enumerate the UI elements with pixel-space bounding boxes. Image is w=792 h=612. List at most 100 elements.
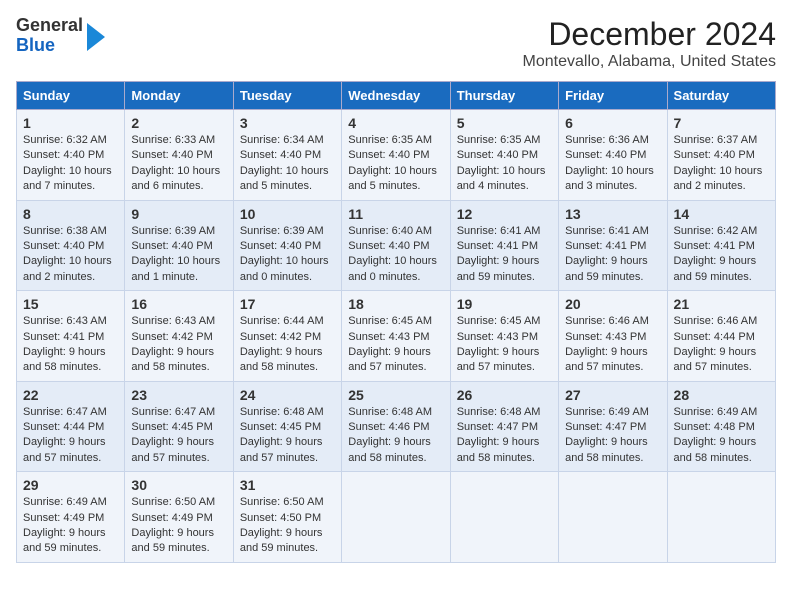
calendar-cell: 18 Sunrise: 6:45 AMSunset: 4:43 PMDayligh…: [342, 291, 450, 382]
day-details: Sunrise: 6:42 AMSunset: 4:41 PMDaylight:…: [674, 225, 758, 283]
day-details: Sunrise: 6:46 AMSunset: 4:44 PMDaylight:…: [674, 315, 758, 373]
day-details: Sunrise: 6:34 AMSunset: 4:40 PMDaylight:…: [240, 134, 329, 192]
day-number: 19: [457, 296, 552, 312]
day-number: 14: [674, 206, 769, 222]
calendar-cell: 26 Sunrise: 6:48 AMSunset: 4:47 PMDayligh…: [450, 381, 558, 472]
title-block: December 2024 Montevallo, Alabama, Unite…: [523, 16, 776, 71]
logo: General Blue: [16, 16, 105, 56]
calendar-cell: 30 Sunrise: 6:50 AMSunset: 4:49 PMDayligh…: [125, 472, 233, 563]
day-details: Sunrise: 6:41 AMSunset: 4:41 PMDaylight:…: [565, 225, 649, 283]
calendar-week-3: 15 Sunrise: 6:43 AMSunset: 4:41 PMDayligh…: [17, 291, 776, 382]
calendar-cell: 15 Sunrise: 6:43 AMSunset: 4:41 PMDayligh…: [17, 291, 125, 382]
calendar-cell: 7Sunrise: 6:37 AMSunset: 4:40 PMDaylight…: [667, 110, 775, 201]
calendar-cell: [342, 472, 450, 563]
day-details: Sunrise: 6:33 AMSunset: 4:40 PMDaylight:…: [131, 134, 220, 192]
day-number: 3: [240, 115, 335, 131]
day-details: Sunrise: 6:48 AMSunset: 4:47 PMDaylight:…: [457, 406, 541, 464]
page-subtitle: Montevallo, Alabama, United States: [523, 53, 776, 71]
day-number: 26: [457, 387, 552, 403]
day-details: Sunrise: 6:48 AMSunset: 4:45 PMDaylight:…: [240, 406, 324, 464]
calendar-cell: 22Sunrise: 6:47 AMSunset: 4:44 PMDayligh…: [17, 381, 125, 472]
calendar-week-2: 8 Sunrise: 6:38 AMSunset: 4:40 PMDaylight…: [17, 200, 776, 291]
day-details: Sunrise: 6:38 AMSunset: 4:40 PMDaylight:…: [23, 225, 112, 283]
day-number: 5: [457, 115, 552, 131]
calendar-cell: [667, 472, 775, 563]
day-details: Sunrise: 6:43 AMSunset: 4:41 PMDaylight:…: [23, 315, 107, 373]
calendar-cell: 3 Sunrise: 6:34 AMSunset: 4:40 PMDaylight…: [233, 110, 341, 201]
day-number: 21: [674, 296, 769, 312]
day-details: Sunrise: 6:50 AMSunset: 4:50 PMDaylight:…: [240, 496, 324, 554]
day-number: 15: [23, 296, 118, 312]
column-header-tuesday: Tuesday: [233, 82, 341, 110]
calendar-header: SundayMondayTuesdayWednesdayThursdayFrid…: [17, 82, 776, 110]
day-number: 23: [131, 387, 226, 403]
day-details: Sunrise: 6:49 AMSunset: 4:47 PMDaylight:…: [565, 406, 649, 464]
day-details: Sunrise: 6:41 AMSunset: 4:41 PMDaylight:…: [457, 225, 541, 283]
day-details: Sunrise: 6:47 AMSunset: 4:45 PMDaylight:…: [131, 406, 215, 464]
logo-arrow-icon: [87, 23, 105, 51]
day-number: 17: [240, 296, 335, 312]
calendar-week-4: 22Sunrise: 6:47 AMSunset: 4:44 PMDayligh…: [17, 381, 776, 472]
day-number: 31: [240, 477, 335, 493]
calendar-cell: 4 Sunrise: 6:35 AMSunset: 4:40 PMDaylight…: [342, 110, 450, 201]
day-number: 25: [348, 387, 443, 403]
calendar-cell: 23 Sunrise: 6:47 AMSunset: 4:45 PMDayligh…: [125, 381, 233, 472]
calendar-cell: 25Sunrise: 6:48 AMSunset: 4:46 PMDayligh…: [342, 381, 450, 472]
day-number: 30: [131, 477, 226, 493]
calendar-cell: 9Sunrise: 6:39 AMSunset: 4:40 PMDaylight…: [125, 200, 233, 291]
column-header-monday: Monday: [125, 82, 233, 110]
day-number: 8: [23, 206, 118, 222]
day-details: Sunrise: 6:32 AMSunset: 4:40 PMDaylight:…: [23, 134, 112, 192]
logo-text: General Blue: [16, 15, 83, 55]
day-details: Sunrise: 6:45 AMSunset: 4:43 PMDaylight:…: [348, 315, 432, 373]
calendar-cell: 1 Sunrise: 6:32 AMSunset: 4:40 PMDaylight…: [17, 110, 125, 201]
calendar-cell: 20 Sunrise: 6:46 AMSunset: 4:43 PMDayligh…: [559, 291, 667, 382]
day-number: 12: [457, 206, 552, 222]
calendar-cell: 28Sunrise: 6:49 AMSunset: 4:48 PMDayligh…: [667, 381, 775, 472]
day-number: 4: [348, 115, 443, 131]
day-details: Sunrise: 6:35 AMSunset: 4:40 PMDaylight:…: [457, 134, 546, 192]
page-title: December 2024: [523, 16, 776, 53]
calendar-week-1: 1 Sunrise: 6:32 AMSunset: 4:40 PMDaylight…: [17, 110, 776, 201]
day-details: Sunrise: 6:49 AMSunset: 4:48 PMDaylight:…: [674, 406, 758, 464]
calendar-cell: 11Sunrise: 6:40 AMSunset: 4:40 PMDayligh…: [342, 200, 450, 291]
day-details: Sunrise: 6:43 AMSunset: 4:42 PMDaylight:…: [131, 315, 215, 373]
day-number: 7: [674, 115, 769, 131]
day-number: 10: [240, 206, 335, 222]
column-header-friday: Friday: [559, 82, 667, 110]
day-number: 20: [565, 296, 660, 312]
day-details: Sunrise: 6:35 AMSunset: 4:40 PMDaylight:…: [348, 134, 437, 192]
day-details: Sunrise: 6:50 AMSunset: 4:49 PMDaylight:…: [131, 496, 215, 554]
day-number: 1: [23, 115, 118, 131]
day-number: 13: [565, 206, 660, 222]
column-header-saturday: Saturday: [667, 82, 775, 110]
day-details: Sunrise: 6:44 AMSunset: 4:42 PMDaylight:…: [240, 315, 324, 373]
day-number: 24: [240, 387, 335, 403]
column-header-wednesday: Wednesday: [342, 82, 450, 110]
day-number: 18: [348, 296, 443, 312]
day-details: Sunrise: 6:36 AMSunset: 4:40 PMDaylight:…: [565, 134, 654, 192]
page-header: General Blue December 2024 Montevallo, A…: [16, 16, 776, 71]
day-details: Sunrise: 6:40 AMSunset: 4:40 PMDaylight:…: [348, 225, 437, 283]
calendar-week-5: 29Sunrise: 6:49 AMSunset: 4:49 PMDayligh…: [17, 472, 776, 563]
calendar-cell: 14 Sunrise: 6:42 AMSunset: 4:41 PMDayligh…: [667, 200, 775, 291]
calendar-cell: 8 Sunrise: 6:38 AMSunset: 4:40 PMDaylight…: [17, 200, 125, 291]
calendar-cell: 19Sunrise: 6:45 AMSunset: 4:43 PMDayligh…: [450, 291, 558, 382]
calendar-cell: 29Sunrise: 6:49 AMSunset: 4:49 PMDayligh…: [17, 472, 125, 563]
calendar-cell: [559, 472, 667, 563]
calendar-cell: 10Sunrise: 6:39 AMSunset: 4:40 PMDayligh…: [233, 200, 341, 291]
calendar-cell: 27Sunrise: 6:49 AMSunset: 4:47 PMDayligh…: [559, 381, 667, 472]
calendar-cell: 12 Sunrise: 6:41 AMSunset: 4:41 PMDayligh…: [450, 200, 558, 291]
day-number: 6: [565, 115, 660, 131]
calendar-cell: 17 Sunrise: 6:44 AMSunset: 4:42 PMDayligh…: [233, 291, 341, 382]
calendar-cell: 2 Sunrise: 6:33 AMSunset: 4:40 PMDaylight…: [125, 110, 233, 201]
day-number: 16: [131, 296, 226, 312]
day-number: 9: [131, 206, 226, 222]
calendar-cell: 5 Sunrise: 6:35 AMSunset: 4:40 PMDaylight…: [450, 110, 558, 201]
day-details: Sunrise: 6:47 AMSunset: 4:44 PMDaylight:…: [23, 406, 107, 464]
calendar-cell: 6 Sunrise: 6:36 AMSunset: 4:40 PMDaylight…: [559, 110, 667, 201]
column-header-thursday: Thursday: [450, 82, 558, 110]
day-number: 29: [23, 477, 118, 493]
day-details: Sunrise: 6:46 AMSunset: 4:43 PMDaylight:…: [565, 315, 649, 373]
day-number: 2: [131, 115, 226, 131]
